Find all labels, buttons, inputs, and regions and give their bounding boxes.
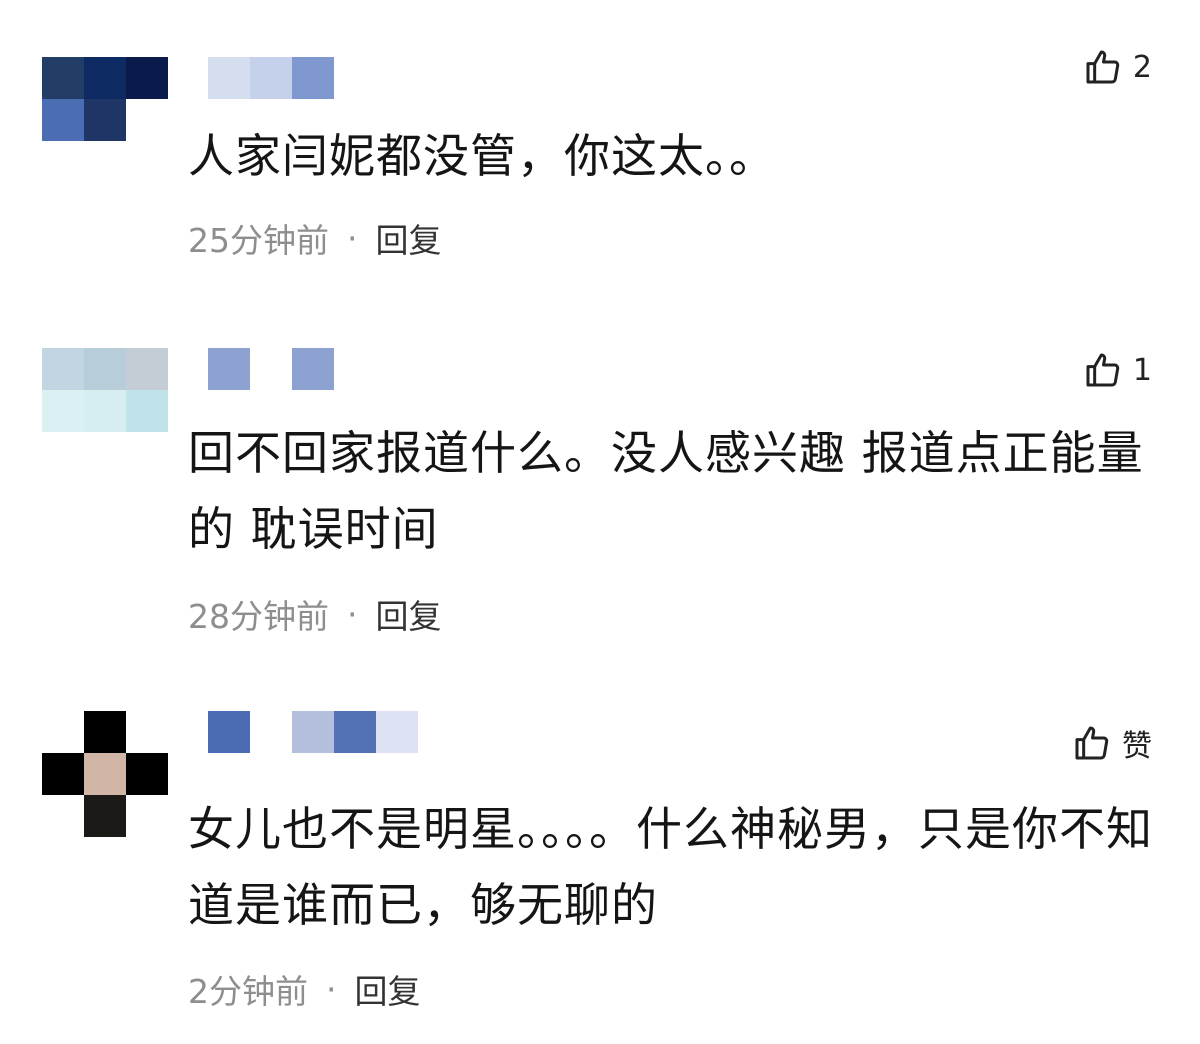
separator-dot: · xyxy=(347,218,358,258)
thumbs-up-icon xyxy=(1083,47,1123,87)
avatar-pixel xyxy=(42,99,84,141)
avatar-pixel xyxy=(126,753,168,795)
comment-text: 回不回家报道什么。没人感兴趣 报道点正能量的 耽误时间 xyxy=(188,426,1144,556)
name-pixel xyxy=(250,57,292,99)
avatar-pixel xyxy=(42,57,84,99)
separator-dot: · xyxy=(326,969,337,1009)
like-button[interactable]: 1 xyxy=(1083,350,1152,390)
like-count: 2 xyxy=(1132,49,1152,85)
name-pixel xyxy=(208,57,250,99)
comment-meta: 25分钟前 · 回复 xyxy=(188,214,442,262)
reply-button[interactable]: 回复 xyxy=(376,590,442,638)
thumbs-up-icon xyxy=(1072,723,1112,763)
avatar-pixel xyxy=(84,348,126,390)
comment-item: 2 人家闫妮都没管，你这太。。 25分钟前 · 回复 xyxy=(0,50,1200,260)
timestamp: 25分钟前 xyxy=(188,221,329,260)
avatar-pixel xyxy=(84,99,126,141)
avatar[interactable] xyxy=(42,711,168,837)
name-pixel xyxy=(292,711,334,753)
like-button[interactable]: 2 xyxy=(1083,47,1152,87)
comment-item: 赞 女儿也不是明星。。。。什么神秘男，只是你不知道是谁而已，够无聊的 2分钟前 … xyxy=(0,711,1200,1011)
timestamp: 2分钟前 xyxy=(188,972,308,1011)
avatar-pixel xyxy=(126,348,168,390)
avatar-pixel xyxy=(84,795,126,837)
comment-meta: 2分钟前 · 回复 xyxy=(188,965,421,1013)
avatar-pixel xyxy=(42,348,84,390)
avatar-pixel xyxy=(84,57,126,99)
avatar-pixel xyxy=(84,390,126,432)
comment-text: 人家闫妮都没管，你这太。。 xyxy=(188,129,776,183)
avatar-pixel xyxy=(126,57,168,99)
username[interactable] xyxy=(208,711,428,753)
separator-dot: · xyxy=(347,594,358,634)
name-pixel xyxy=(208,348,250,390)
reply-button[interactable]: 回复 xyxy=(355,965,421,1013)
avatar-pixel xyxy=(42,390,84,432)
thumbs-up-icon xyxy=(1083,350,1123,390)
avatar-pixel xyxy=(42,753,84,795)
like-button[interactable]: 赞 xyxy=(1072,721,1152,765)
avatar-pixel xyxy=(84,711,126,753)
like-label: 赞 xyxy=(1122,729,1152,764)
avatar[interactable] xyxy=(42,348,168,474)
timestamp: 28分钟前 xyxy=(188,597,329,636)
avatar-pixel xyxy=(126,390,168,432)
comment-item: 1 回不回家报道什么。没人感兴趣 报道点正能量的 耽误时间 28分钟前 · 回复 xyxy=(0,348,1200,638)
name-pixel xyxy=(334,711,376,753)
name-pixel xyxy=(292,348,334,390)
name-pixel xyxy=(376,711,418,753)
username[interactable] xyxy=(208,57,428,99)
avatar[interactable] xyxy=(42,57,168,183)
name-pixel xyxy=(208,711,250,753)
comment-meta: 28分钟前 · 回复 xyxy=(188,590,442,638)
like-count: 1 xyxy=(1132,352,1152,388)
comment-text: 女儿也不是明星。。。。什么神秘男，只是你不知道是谁而已，够无聊的 xyxy=(188,802,1153,932)
username[interactable] xyxy=(208,348,428,390)
avatar-pixel xyxy=(84,753,126,795)
name-pixel xyxy=(292,57,334,99)
reply-button[interactable]: 回复 xyxy=(376,214,442,262)
